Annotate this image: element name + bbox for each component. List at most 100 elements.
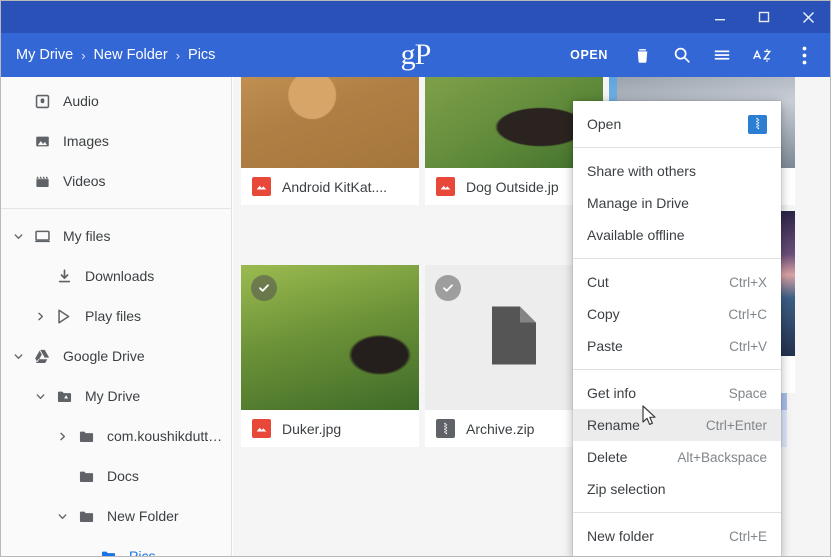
menu-item-get-info[interactable]: Get info Space: [573, 377, 781, 409]
context-menu[interactable]: Open Share with others Manage in Drive Avai…: [573, 101, 781, 556]
google-drive-icon: [29, 348, 55, 365]
sidebar-item-pics[interactable]: Pics: [1, 536, 231, 557]
breadcrumb-item-2[interactable]: Pics: [187, 47, 216, 63]
menu-item-label: Delete: [587, 449, 628, 465]
play-files-icon: [51, 308, 77, 325]
menu-item-shortcut: Ctrl+Enter: [705, 417, 767, 433]
sidebar-item-com-koushikdutt[interactable]: com.koushikdutt…: [1, 416, 231, 456]
sidebar-item-downloads[interactable]: Downloads: [1, 256, 231, 296]
toolbar-actions: OPEN: [556, 33, 830, 77]
menu-item-zip-selection[interactable]: Zip selection: [573, 473, 781, 505]
list-view-icon[interactable]: [702, 33, 742, 77]
chevron-right-icon[interactable]: [29, 311, 51, 322]
sidebar-item-label: Images: [63, 133, 109, 149]
sidebar-item-audio[interactable]: Audio: [1, 81, 231, 121]
image-file-icon: [436, 177, 455, 196]
images-icon: [29, 133, 55, 150]
sidebar-item-label: Downloads: [85, 268, 155, 284]
menu-spacer: [573, 505, 781, 512]
chevron-down-icon[interactable]: [51, 511, 73, 522]
menu-spacer: [573, 513, 781, 520]
menu-item-shortcut: Ctrl+V: [729, 338, 767, 354]
document-icon: [488, 303, 540, 372]
sidebar-item-docs[interactable]: Docs: [1, 456, 231, 496]
sidebar-item-my-drive[interactable]: My Drive: [1, 376, 231, 416]
more-vert-icon[interactable]: [784, 33, 824, 77]
menu-item-new-folder[interactable]: New folder Ctrl+E: [573, 520, 781, 552]
delete-icon[interactable]: [622, 33, 662, 77]
menu-item-label: Open: [587, 116, 622, 132]
file-label: Duker.jpg: [241, 410, 419, 447]
menu-item-label: Get info: [587, 385, 637, 401]
sidebar-item-my-files[interactable]: My files: [1, 216, 231, 256]
file-tile[interactable]: Android KitKat....: [241, 77, 419, 205]
download-icon: [51, 268, 77, 285]
menu-item-shortcut: Ctrl+E: [729, 528, 767, 544]
menu-item-delete[interactable]: Delete Alt+Backspace: [573, 441, 781, 473]
menu-item-label: Available offline: [587, 227, 685, 243]
maximize-button[interactable]: [742, 1, 786, 33]
breadcrumb: My Drive › New Folder › Pics: [15, 47, 216, 63]
sidebar-item-images[interactable]: Images: [1, 121, 231, 161]
search-icon[interactable]: [662, 33, 702, 77]
file-thumbnail: [241, 77, 419, 168]
file-tile[interactable]: Duker.jpg: [241, 265, 419, 447]
folder-icon: [95, 548, 121, 556]
sidebar-divider: [1, 208, 231, 209]
sidebar-item-play-files[interactable]: Play files: [1, 296, 231, 336]
chevron-down-icon[interactable]: [29, 391, 51, 402]
sidebar-item-new-folder[interactable]: New Folder: [1, 496, 231, 536]
my-drive-icon: [51, 388, 77, 405]
image-file-icon: [252, 419, 271, 438]
menu-spacer: [573, 101, 781, 108]
menu-item-available-offline[interactable]: Available offline: [573, 219, 781, 251]
open-button[interactable]: OPEN: [556, 33, 622, 77]
menu-spacer: [573, 552, 781, 556]
content-scrollbar[interactable]: [819, 77, 829, 556]
selection-checkmark-icon[interactable]: [435, 275, 461, 301]
menu-item-open[interactable]: Open: [573, 108, 781, 140]
sidebar-item-google-drive[interactable]: Google Drive: [1, 336, 231, 376]
close-button[interactable]: [786, 1, 830, 33]
sidebar-item-label: com.koushikdutt…: [107, 428, 223, 444]
sidebar-item-label: New Folder: [107, 508, 179, 524]
breadcrumb-item-1[interactable]: New Folder: [93, 47, 169, 63]
menu-item-label: Cut: [587, 274, 609, 290]
chevron-down-icon[interactable]: [7, 351, 29, 362]
breadcrumb-item-0[interactable]: My Drive: [15, 47, 74, 63]
menu-item-shortcut: Ctrl+C: [728, 306, 767, 322]
menu-item-manage-in-drive[interactable]: Manage in Drive: [573, 187, 781, 219]
navigation-sidebar[interactable]: Audio Images Videos My files Downloads Play f…: [1, 77, 232, 557]
sidebar-item-label: Google Drive: [63, 348, 145, 364]
menu-item-share-with-others[interactable]: Share with others: [573, 155, 781, 187]
title-bar: [1, 1, 830, 33]
menu-spacer: [573, 370, 781, 377]
audio-icon: [29, 93, 55, 110]
sidebar-item-label: Pics: [129, 548, 156, 557]
menu-item-rename[interactable]: Rename Ctrl+Enter: [573, 409, 781, 441]
breadcrumb-separator: ›: [175, 47, 181, 63]
menu-spacer: [573, 251, 781, 258]
chevron-down-icon[interactable]: [7, 231, 29, 242]
menu-item-paste[interactable]: Paste Ctrl+V: [573, 330, 781, 362]
menu-item-shortcut: Ctrl+X: [729, 274, 767, 290]
file-label: Android KitKat....: [241, 168, 419, 205]
folder-icon: [73, 468, 99, 485]
sort-az-icon[interactable]: [742, 33, 784, 77]
menu-item-label: Zip selection: [587, 481, 666, 497]
chevron-right-icon[interactable]: [51, 431, 73, 442]
selection-checkmark-icon[interactable]: [251, 275, 277, 301]
menu-item-label: Manage in Drive: [587, 195, 689, 211]
menu-item-label: Paste: [587, 338, 623, 354]
folder-icon: [73, 508, 99, 525]
menu-item-cut[interactable]: Cut Ctrl+X: [573, 266, 781, 298]
menu-spacer: [573, 362, 781, 369]
app-logo: gP: [400, 38, 432, 71]
sidebar-item-label: Play files: [85, 308, 142, 324]
file-thumbnail: [241, 265, 419, 410]
menu-item-copy[interactable]: Copy Ctrl+C: [573, 298, 781, 330]
file-name: Duker.jpg: [282, 420, 342, 437]
sidebar-item-videos[interactable]: Videos: [1, 161, 231, 201]
minimize-button[interactable]: [698, 1, 742, 33]
menu-spacer: [573, 148, 781, 155]
